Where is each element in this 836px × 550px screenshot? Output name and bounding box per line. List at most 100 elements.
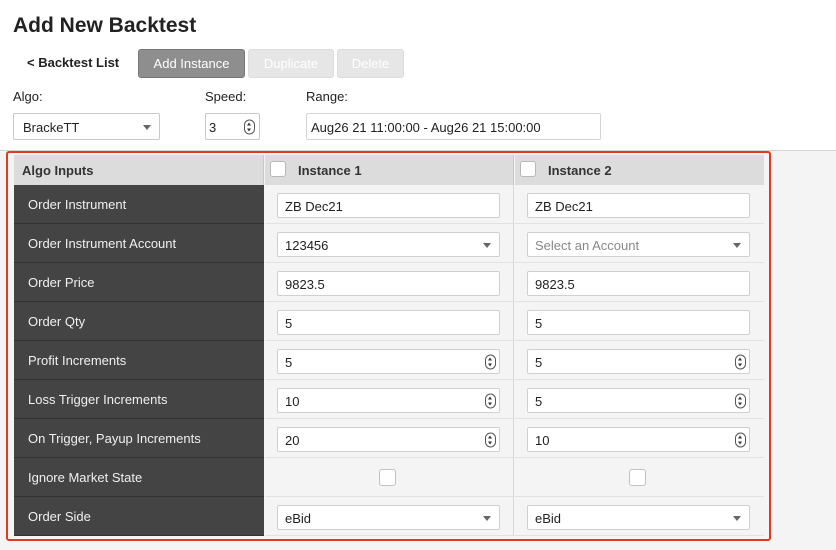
- instance2-cell: 9823.5: [515, 263, 764, 302]
- chevron-down-icon: [483, 243, 491, 248]
- duplicate-button[interactable]: Duplicate: [248, 49, 334, 78]
- grid-row: Order Side eBid eBid: [14, 497, 764, 536]
- algo-select-value: BrackeTT: [23, 120, 80, 135]
- instance2-cell: ZB Dec21: [515, 185, 764, 224]
- row-label: Loss Trigger Increments: [14, 380, 264, 419]
- instance2-cell: [515, 458, 764, 497]
- grid-row: On Trigger, Payup Increments 20 10: [14, 419, 764, 458]
- instance2-cell: Select an Account: [515, 224, 764, 263]
- stepper-icon[interactable]: [485, 432, 496, 447]
- delete-button[interactable]: Delete: [337, 49, 404, 78]
- chevron-down-icon: [143, 125, 151, 130]
- field-value: 10: [285, 394, 300, 409]
- loss-trigger-increments-input[interactable]: 5: [527, 388, 750, 413]
- instance1-header: Instance 1: [265, 155, 514, 185]
- field-value: 10: [535, 433, 550, 448]
- grid-row: Loss Trigger Increments 10 5: [14, 380, 764, 419]
- order-price-input[interactable]: 9823.5: [527, 271, 750, 296]
- algo-label: Algo:: [13, 89, 43, 104]
- row-label: Ignore Market State: [14, 458, 264, 497]
- stepper-icon[interactable]: [735, 432, 746, 447]
- instance2-cell: 5: [515, 380, 764, 419]
- profit-increments-input[interactable]: 5: [527, 349, 750, 374]
- field-value: ZB Dec21: [285, 199, 343, 214]
- algo-inputs-header-label: Algo Inputs: [22, 163, 94, 178]
- instance2-header-label: Instance 2: [548, 163, 612, 178]
- order-instrument-account-select[interactable]: 123456: [277, 232, 500, 257]
- order-qty-input[interactable]: 5: [527, 310, 750, 335]
- instance2-cell: 10: [515, 419, 764, 458]
- row-label: Profit Increments: [14, 341, 264, 380]
- field-value: ZB Dec21: [535, 199, 593, 214]
- order-qty-input[interactable]: 5: [277, 310, 500, 335]
- grid-row: Profit Increments 5 5: [14, 341, 764, 380]
- instance1-cell: 5: [265, 341, 514, 380]
- speed-value: 3: [209, 120, 217, 135]
- field-value: 20: [285, 433, 300, 448]
- order-instrument-input[interactable]: ZB Dec21: [527, 193, 750, 218]
- instance1-cell: ZB Dec21: [265, 185, 514, 224]
- backtest-list-link[interactable]: < Backtest List: [27, 55, 119, 70]
- on-trigger-payup-increments-input[interactable]: 10: [527, 427, 750, 452]
- order-instrument-input[interactable]: ZB Dec21: [277, 193, 500, 218]
- instance1-cell: eBid: [265, 497, 514, 536]
- grid-row: Order Instrument Account 123456 Select an …: [14, 224, 764, 263]
- row-label: Order Instrument: [14, 185, 264, 224]
- grid-row: Order Price 9823.5 9823.5: [14, 263, 764, 302]
- field-value: 9823.5: [285, 277, 325, 292]
- instance1-cell: 10: [265, 380, 514, 419]
- range-label: Range:: [306, 89, 348, 104]
- row-label: Order Price: [14, 263, 264, 302]
- chevron-down-icon: [483, 516, 491, 521]
- profit-increments-input[interactable]: 5: [277, 349, 500, 374]
- algo-inputs-header: Algo Inputs: [14, 155, 264, 185]
- range-input[interactable]: Aug26 21 11:00:00 - Aug26 21 15:00:00: [306, 113, 601, 140]
- speed-input[interactable]: 3: [205, 113, 260, 140]
- field-value: Select an Account: [535, 238, 640, 253]
- row-label: Order Qty: [14, 302, 264, 341]
- field-value: 5: [535, 316, 543, 331]
- instance2-cell: eBid: [515, 497, 764, 536]
- instance1-header-label: Instance 1: [298, 163, 362, 178]
- page-title: Add New Backtest: [13, 14, 197, 37]
- instance1-cell: 20: [265, 419, 514, 458]
- algo-select[interactable]: BrackeTT: [13, 113, 160, 140]
- instance2-select-checkbox[interactable]: [520, 161, 536, 177]
- row-label: Order Side: [14, 497, 264, 536]
- instance1-select-checkbox[interactable]: [270, 161, 286, 177]
- grid-row: Ignore Market State: [14, 458, 764, 497]
- instance1-cell: 9823.5: [265, 263, 514, 302]
- stepper-icon[interactable]: [735, 354, 746, 369]
- stepper-icon[interactable]: [485, 393, 496, 408]
- ignore-market-state-checkbox[interactable]: [379, 469, 396, 486]
- grid-row: Order Instrument ZB Dec21 ZB Dec21: [14, 185, 764, 224]
- range-value: Aug26 21 11:00:00 - Aug26 21 15:00:00: [311, 120, 541, 135]
- chevron-down-icon: [733, 516, 741, 521]
- stepper-icon[interactable]: [244, 119, 255, 134]
- field-value: 123456: [285, 238, 329, 253]
- instance2-cell: 5: [515, 302, 764, 341]
- instance1-cell: [265, 458, 514, 497]
- algo-inputs-grid: Algo Inputs Instance 1 Instance 2 Order …: [6, 151, 771, 541]
- row-label: Order Instrument Account: [14, 224, 264, 263]
- field-value: 5: [285, 316, 293, 331]
- stepper-icon[interactable]: [485, 354, 496, 369]
- field-value: 5: [535, 394, 543, 409]
- order-side-select[interactable]: eBid: [277, 505, 500, 530]
- chevron-down-icon: [733, 243, 741, 248]
- order-instrument-account-select[interactable]: Select an Account: [527, 232, 750, 257]
- instance2-header: Instance 2: [515, 155, 764, 185]
- order-price-input[interactable]: 9823.5: [277, 271, 500, 296]
- row-label: On Trigger, Payup Increments: [14, 419, 264, 458]
- speed-label: Speed:: [205, 89, 247, 104]
- field-value: 5: [535, 355, 543, 370]
- field-value: eBid: [285, 511, 312, 526]
- on-trigger-payup-increments-input[interactable]: 20: [277, 427, 500, 452]
- instance2-cell: 5: [515, 341, 764, 380]
- stepper-icon[interactable]: [735, 393, 746, 408]
- loss-trigger-increments-input[interactable]: 10: [277, 388, 500, 413]
- field-value: eBid: [535, 511, 562, 526]
- add-instance-button[interactable]: Add Instance: [138, 49, 245, 78]
- order-side-select[interactable]: eBid: [527, 505, 750, 530]
- ignore-market-state-checkbox[interactable]: [629, 469, 646, 486]
